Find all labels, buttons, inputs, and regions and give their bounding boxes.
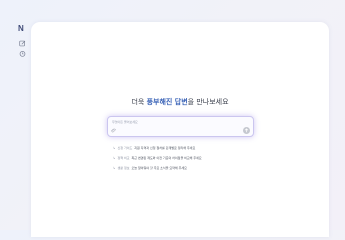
suggestion-tag: 생활 정보 bbox=[117, 166, 130, 170]
history-icon[interactable] bbox=[19, 50, 26, 57]
edit-icon[interactable] bbox=[19, 40, 26, 47]
suggestion-text: 지원 자격과 신청 절차를 단계별로 정리해 주세요 bbox=[134, 146, 196, 150]
search-input[interactable]: 무엇이든 물어보세요 bbox=[112, 120, 138, 124]
search-box[interactable]: 무엇이든 물어보세요 bbox=[107, 116, 254, 137]
reply-arrow-icon: ↳ bbox=[113, 146, 116, 150]
sidebar: N bbox=[0, 0, 30, 230]
suggestion-tag: 정책 비교 bbox=[117, 156, 130, 160]
suggestion-item[interactable]: ↳ 생활 정보 오늘 알아둬야 할 주요 소식을 요약해 주세요 bbox=[113, 166, 187, 170]
reply-arrow-icon: ↳ bbox=[113, 166, 116, 170]
attach-icon[interactable] bbox=[111, 128, 116, 133]
suggestion-text: 오늘 알아둬야 할 주요 소식을 요약해 주세요 bbox=[131, 166, 187, 170]
suggestion-item[interactable]: ↳ 정책 비교 최근 변경된 제도와 이전 기준의 차이점을 비교해 주세요 bbox=[113, 156, 202, 160]
send-button[interactable] bbox=[243, 127, 250, 134]
headline-prefix: 더욱 bbox=[131, 98, 145, 106]
reply-arrow-icon: ↳ bbox=[113, 156, 116, 160]
headline-highlight: 풍부해진 답변 bbox=[146, 98, 188, 106]
suggestion-item[interactable]: ↳ 신청 가이드 지원 자격과 신청 절차를 단계별로 정리해 주세요 bbox=[113, 146, 195, 150]
suggestion-text: 최근 변경된 제도와 이전 기준의 차이점을 비교해 주세요 bbox=[131, 156, 202, 160]
app-logo[interactable]: N bbox=[18, 24, 24, 33]
suggestion-tag: 신청 가이드 bbox=[117, 146, 133, 150]
main-panel: 더욱 풍부해진 답변을 만나보세요 무엇이든 물어보세요 ↳ 신청 가이드 지원… bbox=[31, 22, 329, 237]
headline-suffix: 을 만나보세요 bbox=[187, 98, 229, 106]
page-headline: 더욱 풍부해진 답변을 만나보세요 bbox=[31, 97, 329, 107]
arrow-up-icon bbox=[244, 128, 249, 133]
